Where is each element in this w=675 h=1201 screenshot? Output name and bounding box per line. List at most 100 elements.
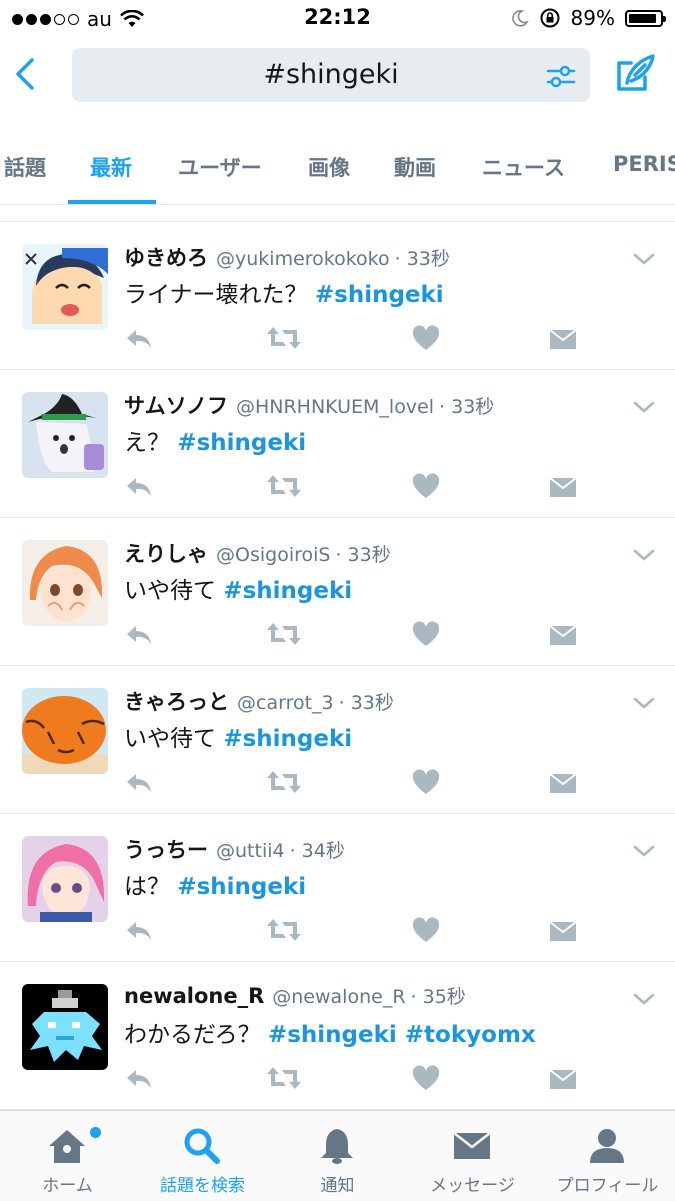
bottom-tab-bar: ホーム 話題を検索 通知 メッセージ プロフィール xyxy=(0,1110,675,1201)
direct-message-icon[interactable] xyxy=(548,1064,578,1092)
tweet-text: は？ #shingeki xyxy=(124,867,306,901)
display-name[interactable]: サムソノフ xyxy=(124,394,228,418)
display-name[interactable]: えりしゃ xyxy=(124,542,208,566)
display-name[interactable]: うっちー xyxy=(124,838,208,862)
tab-news[interactable]: ニュース xyxy=(482,152,565,182)
home-icon xyxy=(49,1130,85,1163)
tweet-body: は？ xyxy=(124,874,170,900)
heart-icon[interactable] xyxy=(411,324,441,352)
retweet-icon[interactable] xyxy=(266,620,302,648)
tweet-feed[interactable]: ゆきめろ @yukimerokokoko · 33秒 ライナー壊れた？ #shing… xyxy=(0,222,675,1110)
tweet-actions xyxy=(124,324,584,354)
direct-message-icon[interactable] xyxy=(548,620,578,648)
rotation-lock-icon xyxy=(540,8,560,28)
chevron-down-icon[interactable] xyxy=(633,252,655,266)
display-name[interactable]: newalone_R xyxy=(124,984,264,1008)
nav-profile[interactable]: プロフィール xyxy=(540,1111,675,1201)
hashtag-link[interactable]: #shingeki xyxy=(177,874,306,900)
heart-icon[interactable] xyxy=(411,916,441,944)
reply-icon[interactable] xyxy=(124,916,154,944)
hashtag-link[interactable]: #shingeki xyxy=(223,726,352,752)
reply-icon[interactable] xyxy=(124,324,154,352)
direct-message-icon[interactable] xyxy=(548,768,578,796)
tweet[interactable]: サムソノフ @HNRHNKUEM_lovel · 33秒 え？ #shingeki xyxy=(0,370,675,518)
retweet-icon[interactable] xyxy=(266,324,302,352)
avatar[interactable] xyxy=(22,540,108,626)
hashtag-link[interactable]: #shingeki #tokyomx xyxy=(268,1022,536,1048)
nav-label: プロフィール xyxy=(556,1176,659,1196)
heart-icon[interactable] xyxy=(411,472,441,500)
back-arrow-icon[interactable] xyxy=(8,52,44,96)
retweet-icon[interactable] xyxy=(266,916,302,944)
tweet-time: · 33秒 xyxy=(394,248,450,270)
avatar[interactable] xyxy=(22,244,108,330)
reply-icon[interactable] xyxy=(124,620,154,648)
tweet[interactable]: きゃろっと @carrot_3 · 33秒 いや待て #shingeki xyxy=(0,666,675,814)
nav-label: ホーム xyxy=(42,1176,93,1196)
hashtag-link[interactable]: #shingeki xyxy=(177,430,306,456)
envelope-icon xyxy=(453,1132,491,1159)
avatar[interactable] xyxy=(22,688,108,774)
avatar[interactable] xyxy=(22,836,108,922)
tweet-actions xyxy=(124,768,584,798)
display-name[interactable]: きゃろっと xyxy=(124,690,229,714)
retweet-icon[interactable] xyxy=(266,768,302,796)
chevron-down-icon[interactable] xyxy=(633,844,655,858)
tweet-text: わかるだろ？ #shingeki #tokyomx xyxy=(124,1015,536,1049)
direct-message-icon[interactable] xyxy=(548,324,578,352)
heart-icon[interactable] xyxy=(411,620,441,648)
tweet[interactable]: うっちー @uttii4 · 34秒 は？ #shingeki xyxy=(0,814,675,962)
heart-icon[interactable] xyxy=(411,1064,441,1092)
avatar[interactable] xyxy=(22,392,108,478)
tab-periscope[interactable]: PERIS xyxy=(613,152,675,176)
chevron-down-icon[interactable] xyxy=(633,992,655,1006)
nav-notifications[interactable]: 通知 xyxy=(270,1111,405,1201)
user-handle: @carrot_3 xyxy=(237,692,334,714)
hashtag-link[interactable]: #shingeki xyxy=(223,578,352,604)
compose-tweet-icon[interactable] xyxy=(613,51,657,95)
tweet[interactable]: newalone_R @newalone_R · 35秒 わかるだろ？ #shing… xyxy=(0,962,675,1110)
heart-icon[interactable] xyxy=(411,768,441,796)
nav-messages[interactable]: メッセージ xyxy=(405,1111,540,1201)
search-input[interactable]: #shingeki xyxy=(72,48,590,102)
tweet-body: わかるだろ？ xyxy=(124,1022,261,1048)
tab-users[interactable]: ユーザー xyxy=(178,152,262,182)
user-handle: @uttii4 xyxy=(216,840,285,862)
hashtag-link[interactable]: #shingeki xyxy=(315,282,444,308)
chevron-down-icon[interactable] xyxy=(633,400,655,414)
user-handle: @yukimerokokoko xyxy=(216,248,390,270)
chevron-down-icon[interactable] xyxy=(633,696,655,710)
search-icon xyxy=(184,1128,220,1164)
tab-top[interactable]: 話題 xyxy=(4,152,46,182)
reply-icon[interactable] xyxy=(124,1064,154,1092)
search-query: #shingeki xyxy=(263,59,399,90)
chevron-down-icon[interactable] xyxy=(633,548,655,562)
tweet-body: ライナー壊れた？ xyxy=(124,282,308,308)
search-tabs: 話題 最新 ユーザー 画像 動画 ニュース PERIS xyxy=(0,132,675,205)
retweet-icon[interactable] xyxy=(266,472,302,500)
battery-icon xyxy=(625,9,666,27)
reply-icon[interactable] xyxy=(124,768,154,796)
reply-icon[interactable] xyxy=(124,472,154,500)
nav-home[interactable]: ホーム xyxy=(0,1111,135,1201)
search-header: #shingeki xyxy=(0,36,675,118)
tab-latest[interactable]: 最新 xyxy=(90,152,132,182)
user-handle: @HNRHNKUEM_lovel xyxy=(235,396,435,418)
filter-sliders-icon[interactable] xyxy=(546,62,576,90)
tweet-time: · 35秒 xyxy=(410,986,466,1008)
tab-images[interactable]: 画像 xyxy=(308,152,350,182)
notification-dot xyxy=(88,1125,103,1140)
moon-icon xyxy=(511,10,529,27)
retweet-icon[interactable] xyxy=(266,1064,302,1092)
nav-label: 話題を検索 xyxy=(160,1176,245,1196)
direct-message-icon[interactable] xyxy=(548,472,578,500)
tab-videos[interactable]: 動画 xyxy=(394,152,436,182)
display-name[interactable]: ゆきめろ xyxy=(124,246,208,270)
battery-percent: 89% xyxy=(570,6,615,30)
direct-message-icon[interactable] xyxy=(548,916,578,944)
tweet[interactable]: ゆきめろ @yukimerokokoko · 33秒 ライナー壊れた？ #shing… xyxy=(0,222,675,370)
nav-search[interactable]: 話題を検索 xyxy=(135,1111,270,1201)
tweet[interactable]: えりしゃ @OsigoiroiS · 33秒 いや待て #shingeki xyxy=(0,518,675,666)
tweet-body: いや待て xyxy=(124,578,216,604)
avatar[interactable] xyxy=(22,984,108,1070)
